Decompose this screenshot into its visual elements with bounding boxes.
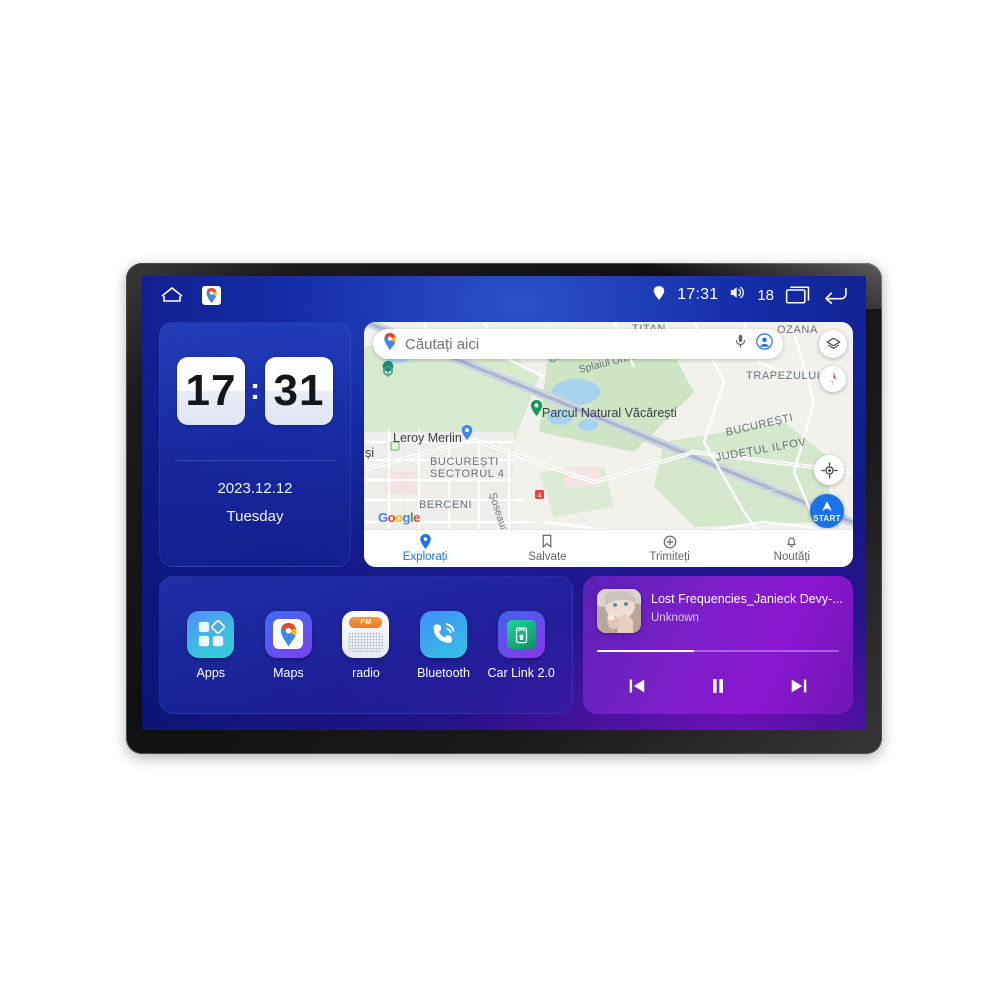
leroy-merlin-pin-icon [461, 425, 473, 440]
clock-hours: 17 [177, 357, 245, 425]
google-maps-icon [264, 610, 312, 658]
microphone-icon[interactable] [735, 334, 746, 354]
music-controls [597, 668, 839, 704]
volume-value: 18 [757, 286, 774, 304]
nav-item-contribute[interactable]: Trimiteți [609, 535, 731, 563]
contribute-plus-icon [663, 535, 676, 548]
map-widget[interactable]: 4 TITANOZANAUniriiSplaiul UniriiTRAPEZUL… [364, 322, 853, 567]
progress-slider[interactable] [597, 650, 839, 652]
google-attribution: Google [378, 510, 420, 525]
bell-updates-icon [787, 537, 796, 547]
app-label-bluetooth: Bluetooth [417, 665, 470, 680]
app-label-car-link: Car Link 2.0 [487, 665, 555, 680]
app-label-radio: radio [352, 665, 380, 680]
radio-speaker-grille [348, 631, 384, 652]
app-label-apps: Apps [196, 665, 226, 680]
clock-separator: : [250, 372, 260, 406]
head-unit-device: 17:31 18 17: 31 2023.12.12 Tuesday 4 OZ… [126, 263, 882, 754]
nav-item-updates[interactable]: Noutăți [731, 535, 853, 563]
start-navigation-button[interactable]: START [810, 494, 844, 528]
status-time: 17:31 [677, 286, 719, 303]
screen: 17:31 18 17: 31 2023.12.12 Tuesday 4 OZ… [142, 276, 866, 730]
navigation-arrow-icon [822, 501, 832, 511]
map-search-bar[interactable]: Căutați aici [373, 329, 783, 359]
previous-track-button[interactable] [620, 671, 654, 701]
track-artist: Unknown [651, 612, 699, 624]
map-bottom-nav: Explorați Salvate Trimiteți Noutăți [364, 529, 853, 567]
album-artwork [597, 589, 641, 633]
clock-divider [174, 460, 336, 461]
clock-date: 2023.12.12 [217, 480, 293, 497]
app-item-maps[interactable]: Maps [252, 610, 324, 680]
fm-badge: FM [349, 616, 383, 628]
pause-button[interactable] [701, 671, 735, 701]
flip-clock: 17 : 31 [160, 357, 350, 425]
recents-icon[interactable] [785, 285, 811, 305]
skip-next-icon [791, 679, 806, 693]
account-avatar-icon[interactable] [756, 333, 773, 355]
pause-icon [712, 679, 723, 693]
start-label: START [813, 514, 841, 523]
nav-item-saved[interactable]: Salvate [486, 534, 608, 563]
clock-minutes: 31 [265, 357, 333, 425]
skip-previous-icon [630, 679, 645, 693]
layers-icon[interactable] [819, 330, 847, 358]
app-item-bluetooth[interactable]: Bluetooth [408, 610, 480, 680]
fm-radio-icon: FM [342, 610, 390, 658]
google-maps-pin-icon [383, 332, 397, 355]
apps-dock: Apps Maps FM radio Bluetooth Car Link 2.… [159, 576, 573, 714]
app-item-car-link[interactable]: Car Link 2.0 [485, 610, 557, 680]
music-player-widget[interactable]: Lost Frequencies_Janieck Devy-... Unknow… [583, 576, 853, 714]
nav-item-explore[interactable]: Explorați [364, 534, 486, 563]
bookmark-icon [543, 534, 552, 549]
app-item-radio[interactable]: FM radio [330, 610, 402, 680]
status-bar: 17:31 18 [142, 276, 866, 314]
nav-label-saved: Salvate [528, 551, 567, 563]
google-maps-icon[interactable] [202, 285, 221, 305]
park-pin-icon [530, 400, 543, 416]
location-pin-icon [652, 285, 666, 306]
clock-widget[interactable]: 17 : 31 2023.12.12 Tuesday [159, 322, 351, 567]
next-track-button[interactable] [782, 671, 816, 701]
back-icon[interactable] [822, 285, 848, 305]
my-location-icon[interactable] [814, 455, 844, 485]
home-icon[interactable] [160, 285, 184, 305]
volume-icon[interactable] [729, 285, 746, 305]
app-label-maps: Maps [273, 665, 304, 680]
svg-text:4: 4 [538, 493, 542, 500]
car-link-icon [497, 610, 545, 658]
apps-grid-icon [187, 610, 235, 658]
nav-label-explore: Explorați [402, 551, 448, 563]
bluetooth-phone-icon [420, 610, 468, 658]
map-search-placeholder[interactable]: Căutați aici [405, 336, 727, 353]
track-title: Lost Frequencies_Janieck Devy-... [651, 592, 843, 606]
nav-label-updates: Noutăți [773, 550, 811, 563]
progress-fill [597, 650, 694, 652]
explore-pin-icon [419, 534, 431, 549]
app-item-apps[interactable]: Apps [175, 610, 247, 680]
clock-weekday: Tuesday [226, 508, 284, 525]
nav-label-contribute: Trimiteți [649, 550, 690, 563]
compass-icon[interactable] [820, 366, 846, 392]
